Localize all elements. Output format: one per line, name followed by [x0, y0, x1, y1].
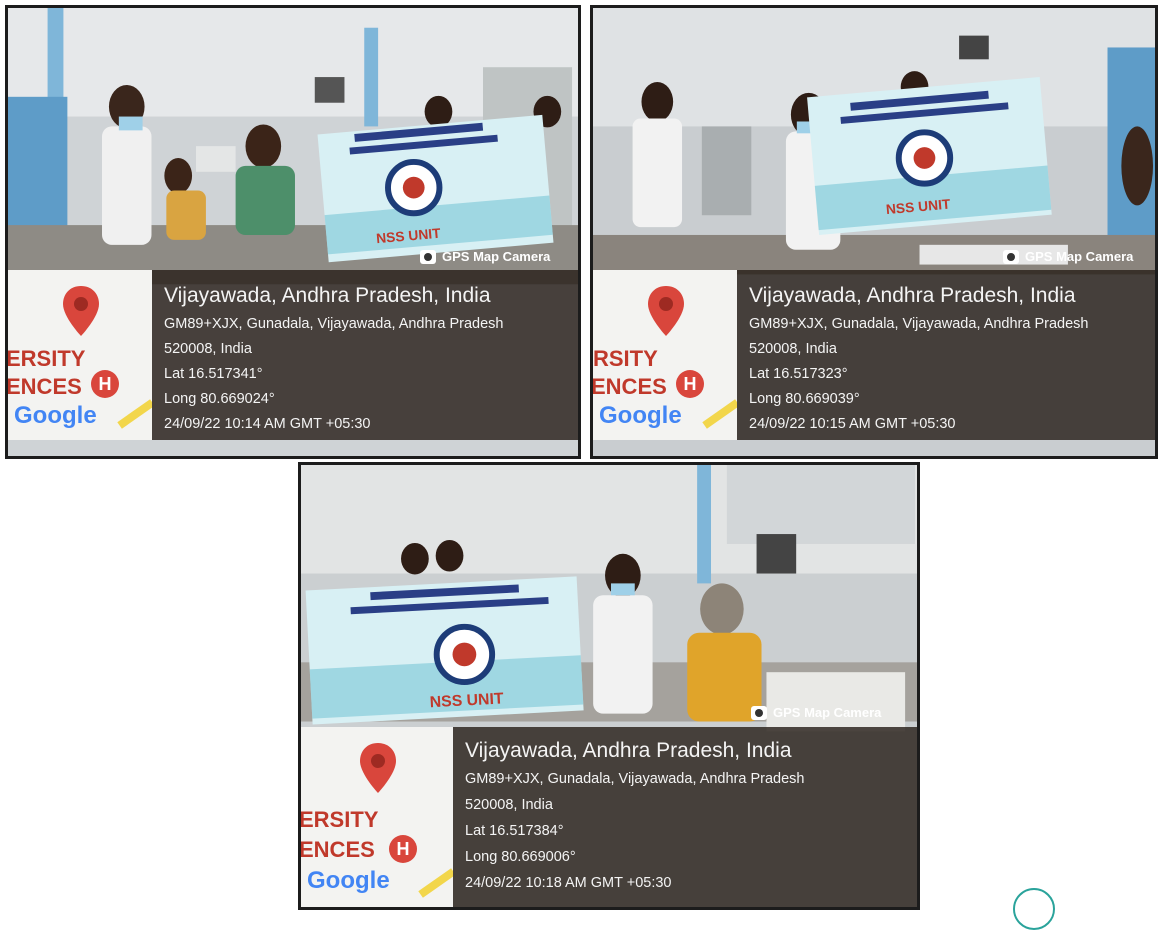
postal-line: 520008, India [749, 341, 837, 357]
latitude-value: Lat 16.517341° [164, 366, 263, 382]
photo-3-info-panel: Vijayawada, Andhra Pradesh, India GM89+X… [453, 727, 917, 907]
map-pin-icon [648, 286, 684, 336]
map-place-label-2: ENCES [8, 374, 82, 399]
photo-2-map-thumbnail: RSITY ENCES H Google [593, 270, 737, 440]
timestamp: 24/09/22 10:14 AM GMT +05:30 [164, 416, 371, 432]
gps-label-text: GPS Map Camera [773, 705, 882, 720]
map-place-label-1: ERSITY [8, 346, 86, 371]
teal-circle-icon [1013, 888, 1055, 930]
location-title: Vijayawada, Andhra Pradesh, India [749, 284, 1076, 307]
photo-1-map-thumbnail: ERSITY ENCES H Google [8, 270, 152, 440]
latitude-value: Lat 16.517384° [465, 823, 564, 839]
longitude-value: Long 80.669006° [465, 849, 576, 865]
google-logo: Google [14, 402, 97, 429]
hospital-badge-icon: H [91, 370, 119, 398]
address-line: GM89+XJX, Gunadala, Vijayawada, Andhra P… [164, 316, 504, 332]
photo-1-info-panel: Vijayawada, Andhra Pradesh, India GM89+X… [152, 270, 578, 440]
photo-2-banner: NSS UNIT [807, 77, 1052, 235]
map-pin-icon [63, 286, 99, 336]
map-road [702, 399, 737, 429]
photo-1-banner: NSS UNIT [317, 114, 554, 263]
hospital-badge-icon: H [389, 835, 417, 863]
photo-3: NSS UNIT ERSITY ENCES H Google Vijayawad… [298, 462, 920, 910]
timestamp: 24/09/22 10:18 AM GMT +05:30 [465, 875, 672, 891]
hospital-badge-icon: H [676, 370, 704, 398]
map-pin-icon [360, 743, 396, 793]
gps-label-text: GPS Map Camera [442, 249, 551, 264]
longitude-value: Long 80.669039° [749, 391, 860, 407]
google-logo: Google [599, 402, 682, 429]
map-road [117, 399, 152, 429]
photo-3-banner: NSS UNIT [305, 576, 584, 725]
camera-icon [751, 705, 767, 720]
photo-3-map-thumbnail: ERSITY ENCES H Google [301, 727, 453, 907]
map-place-label-1: RSITY [593, 346, 658, 371]
gps-map-camera-label: GPS Map Camera [1003, 249, 1133, 264]
map-road [418, 868, 453, 898]
latitude-value: Lat 16.517323° [749, 366, 848, 382]
gps-map-camera-label: GPS Map Camera [751, 705, 881, 720]
longitude-value: Long 80.669024° [164, 391, 275, 407]
postal-line: 520008, India [465, 797, 553, 813]
address-line: GM89+XJX, Gunadala, Vijayawada, Andhra P… [465, 771, 805, 787]
map-place-label-2: ENCES [593, 374, 667, 399]
location-title: Vijayawada, Andhra Pradesh, India [465, 739, 792, 762]
photo-2: NSS UNIT RSITY ENCES H Google Vijayawada… [590, 5, 1158, 459]
camera-icon [420, 249, 436, 264]
camera-icon [1003, 249, 1019, 264]
map-place-label-2: ENCES [301, 837, 375, 862]
address-line: GM89+XJX, Gunadala, Vijayawada, Andhra P… [749, 316, 1089, 332]
photo-2-info-panel: Vijayawada, Andhra Pradesh, India GM89+X… [737, 270, 1155, 440]
timestamp: 24/09/22 10:15 AM GMT +05:30 [749, 416, 956, 432]
gps-map-camera-label: GPS Map Camera [420, 249, 550, 264]
google-logo: Google [307, 867, 390, 894]
location-title: Vijayawada, Andhra Pradesh, India [164, 284, 491, 307]
map-place-label-1: ERSITY [301, 807, 379, 832]
photo-1: NSS UNIT ERSITY ENCES H Google Vijayawad… [5, 5, 581, 459]
postal-line: 520008, India [164, 341, 252, 357]
gps-label-text: GPS Map Camera [1025, 249, 1134, 264]
